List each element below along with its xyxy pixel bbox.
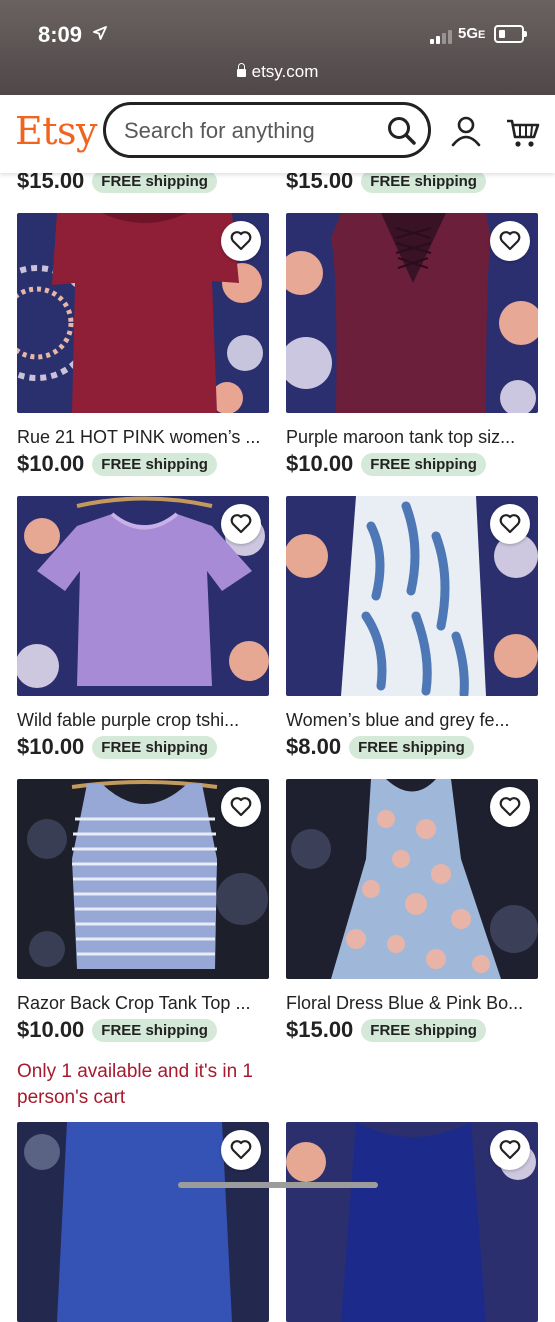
heart-icon [499, 514, 521, 534]
listing-title[interactable]: Floral Dress Blue & Pink Bo... [286, 993, 538, 1014]
price-row: $10.00 FREE shipping [17, 734, 217, 760]
stock-notice: Only 1 available and it's in 1 person's … [17, 1061, 253, 1108]
etsy-logo[interactable]: Etsy [15, 109, 97, 153]
heart-icon [230, 1140, 252, 1160]
price: $10.00 [17, 451, 85, 476]
listing-image[interactable] [17, 496, 269, 696]
heart-icon [499, 231, 521, 251]
signal-icon [430, 30, 452, 44]
listing-title[interactable]: Razor Back Crop Tank Top ... [17, 993, 269, 1014]
price-row: $8.00 FREE shipping [286, 734, 474, 760]
listing-title[interactable]: Women’s blue and grey fe... [286, 710, 538, 731]
free-shipping-badge: FREE shipping [349, 735, 474, 759]
favorite-button[interactable] [490, 787, 530, 827]
price: $8.00 [286, 734, 342, 759]
free-shipping-badge: FREE shipping [92, 735, 217, 759]
search-input[interactable] [122, 115, 376, 147]
favorite-button[interactable] [490, 1130, 530, 1170]
cart-icon[interactable] [506, 117, 540, 149]
battery-icon [494, 25, 524, 43]
lock-icon [236, 63, 246, 77]
listing-image[interactable] [17, 779, 269, 979]
site-header: Etsy [0, 95, 555, 173]
heart-icon [230, 797, 252, 817]
free-shipping-badge: FREE shipping [361, 1018, 486, 1042]
listing-image[interactable] [286, 213, 538, 413]
listing-title[interactable]: Purple maroon tank top siz... [286, 427, 538, 448]
price: $10.00 [286, 451, 354, 476]
price-row: $10.00 FREE shipping [17, 1017, 217, 1043]
location-arrow-icon [93, 26, 107, 40]
status-time: 8:09 [38, 22, 83, 47]
price-row: $10.00 FREE shipping [286, 451, 486, 477]
price: $10.00 [17, 1017, 85, 1042]
heart-icon [499, 1140, 521, 1160]
listing-image[interactable] [17, 213, 269, 413]
heart-icon [230, 514, 252, 534]
free-shipping-badge: FREE shipping [92, 452, 217, 476]
price-row: $15.00 FREE shipping [286, 1017, 486, 1043]
search-icon[interactable] [386, 115, 418, 147]
price-row: $10.00 FREE shipping [17, 451, 217, 477]
favorite-button[interactable] [221, 787, 261, 827]
url-bar[interactable]: etsy.com [0, 62, 555, 82]
heart-icon [230, 231, 252, 251]
listing-title[interactable]: Wild fable purple crop tshi... [17, 710, 269, 731]
url-text: etsy.com [251, 62, 319, 81]
listing-image[interactable] [286, 779, 538, 979]
listing-image[interactable] [286, 496, 538, 696]
home-indicator[interactable] [178, 1182, 378, 1188]
favorite-button[interactable] [221, 504, 261, 544]
price: $10.00 [17, 734, 85, 759]
network-indicator: 5GE [458, 25, 486, 42]
price: $15.00 [286, 1017, 354, 1042]
listing-image[interactable] [286, 1122, 538, 1322]
listing-title[interactable]: Rue 21 HOT PINK women’s ... [17, 427, 269, 448]
listing-image[interactable] [17, 1122, 269, 1322]
favorite-button[interactable] [490, 504, 530, 544]
search-bar[interactable] [103, 102, 431, 158]
favorite-button[interactable] [221, 1130, 261, 1170]
status-bar: 8:09 5GE etsy.com [0, 0, 555, 95]
favorite-button[interactable] [221, 221, 261, 261]
user-icon[interactable] [450, 115, 482, 147]
free-shipping-badge: FREE shipping [92, 1018, 217, 1042]
favorite-button[interactable] [490, 221, 530, 261]
heart-icon [499, 797, 521, 817]
free-shipping-badge: FREE shipping [361, 452, 486, 476]
